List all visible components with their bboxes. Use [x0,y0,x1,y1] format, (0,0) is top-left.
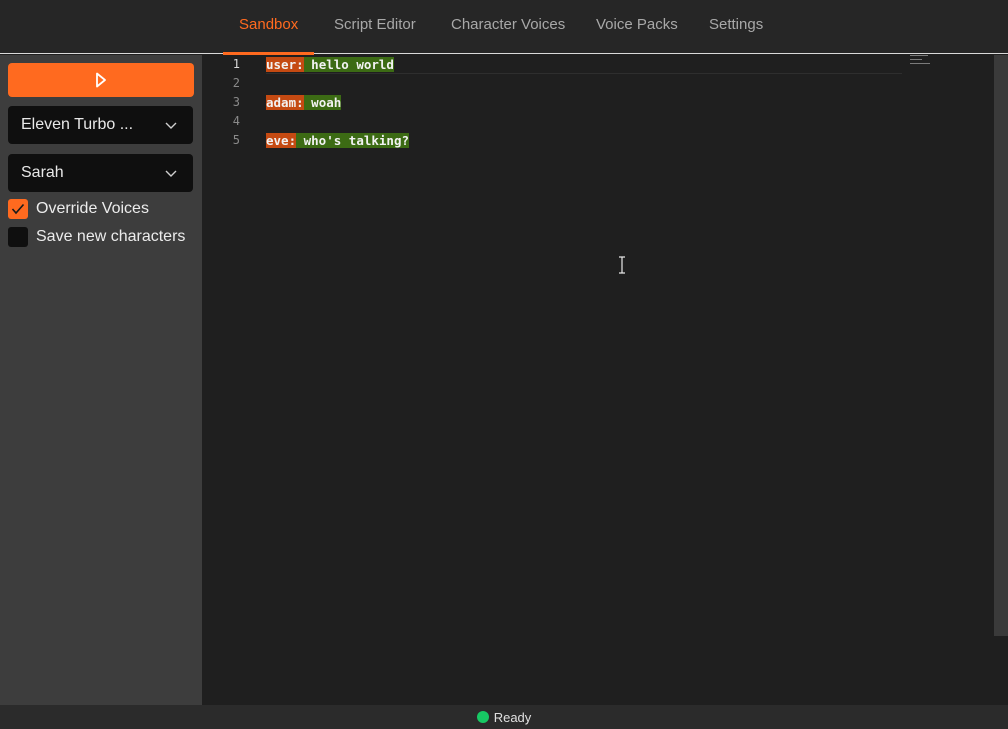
save-new-characters-checkbox[interactable] [8,227,28,247]
script-editor[interactable]: 1 2 3 4 5 user: hello world adam: woah e… [202,55,1008,705]
checkmark-icon [11,203,25,215]
vertical-scrollbar[interactable] [994,55,1008,705]
play-button[interactable] [8,63,194,97]
chevron-down-icon [165,122,177,129]
play-icon [96,72,106,88]
model-select-value: Eleven Turbo ... [21,116,134,133]
line-number: 2 [232,76,240,90]
status-text: Ready [493,709,532,725]
code-line[interactable]: adam: woah [266,93,342,112]
dialogue-token: woah [303,95,342,110]
voice-select-value: Sarah [21,164,64,181]
line-number: 5 [232,133,240,147]
minimap-line [910,59,922,60]
override-voices-option[interactable]: Override Voices [8,198,149,220]
code-area[interactable]: user: hello world adam: woah eve: who's … [266,55,902,705]
override-voices-label: Override Voices [36,200,149,217]
speaker-token: user: [266,57,304,72]
chevron-down-icon [165,170,177,177]
tab-bar: Sandbox Script Editor Character Voices V… [0,0,1008,55]
speaker-token: adam: [266,95,304,110]
line-number: 1 [232,57,240,71]
code-line[interactable]: user: hello world [266,55,902,74]
override-voices-checkbox[interactable] [8,199,28,219]
tab-script-editor[interactable]: Script Editor [334,0,416,54]
save-new-characters-label: Save new characters [36,228,186,245]
text-cursor-icon [619,256,625,274]
top-nav: Sandbox Script Editor Character Voices V… [0,0,1008,55]
tab-settings[interactable]: Settings [709,0,763,54]
dialogue-token: hello world [303,57,394,72]
status-bar: Ready [0,705,1008,729]
minimap-line [910,63,930,64]
code-line[interactable]: eve: who's talking? [266,131,409,150]
dialogue-token: who's talking? [296,133,409,148]
line-number: 4 [232,114,240,128]
line-number-gutter: 1 2 3 4 5 [202,55,262,705]
speaker-token: eve: [266,133,297,148]
tab-sandbox[interactable]: Sandbox [222,0,315,55]
tab-character-voices[interactable]: Character Voices [451,0,565,54]
minimap[interactable] [910,55,934,67]
scrollbar-thumb[interactable] [994,55,1008,636]
status-indicator-icon [476,711,489,723]
save-new-characters-option[interactable]: Save new characters [8,226,185,248]
minimap-line [910,55,928,56]
tab-voice-packs[interactable]: Voice Packs [596,0,678,54]
sidebar: Eleven Turbo ... Sarah Override Voices S… [0,55,202,705]
line-number: 3 [232,95,240,109]
model-select[interactable]: Eleven Turbo ... [8,106,193,144]
voice-select[interactable]: Sarah [8,154,193,192]
